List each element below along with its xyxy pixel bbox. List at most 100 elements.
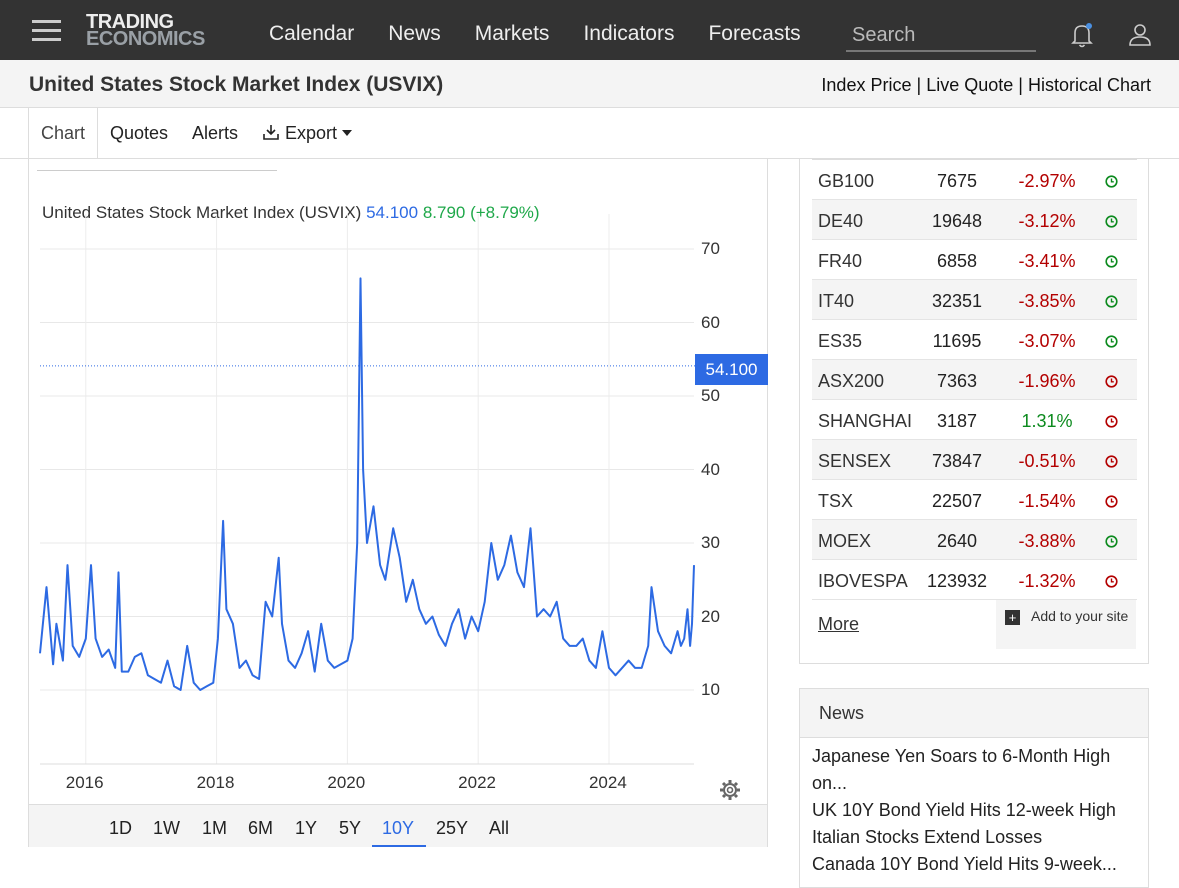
range-1w[interactable]: 1W: [153, 818, 180, 839]
plus-icon: +: [1005, 610, 1020, 625]
bell-icon[interactable]: [1070, 22, 1094, 48]
tab-chart[interactable]: Chart: [28, 108, 98, 159]
range-1d[interactable]: 1D: [109, 818, 132, 839]
clock-icon: [1105, 295, 1118, 308]
range-all[interactable]: All: [489, 818, 509, 839]
market-price: 2640: [936, 531, 978, 551]
add-to-site-button[interactable]: + Add to your site: [996, 600, 1136, 649]
market-price: 73847: [931, 451, 983, 471]
clock-icon: [1105, 215, 1118, 228]
range-10y[interactable]: 10Y: [382, 818, 414, 839]
market-row[interactable]: GB100 7675 -2.97%: [812, 160, 1137, 200]
crumb-sep: |: [916, 75, 922, 95]
market-price: 123932: [926, 571, 988, 591]
clock-icon: [1105, 455, 1118, 468]
tab-export[interactable]: Export: [262, 108, 353, 159]
chart-plot[interactable]: [29, 159, 769, 799]
market-name[interactable]: TSX: [818, 491, 853, 512]
markets-panel: GB100 7675 -2.97% DE40 19648 -3.12% FR40 6858 -3…: [799, 159, 1149, 664]
logo-line2: ECONOMICS: [86, 28, 205, 50]
caret-down-icon: [342, 130, 353, 136]
user-icon[interactable]: [1128, 22, 1152, 48]
market-name[interactable]: ES35: [818, 331, 862, 352]
market-name[interactable]: SHANGHAI: [818, 411, 912, 432]
market-change: -3.85%: [1018, 291, 1076, 311]
market-change: -2.97%: [1018, 171, 1076, 191]
active-range-indicator: [372, 845, 426, 847]
tab-bar: Chart Quotes Alerts Export: [0, 108, 1179, 159]
search-box: [846, 20, 1036, 52]
crumb-index-price[interactable]: Index Price: [821, 75, 911, 95]
news-item[interactable]: Japanese Yen Soars to 6-Month High on...: [812, 743, 1132, 797]
market-row[interactable]: IBOVESPA 123932 -1.32%: [812, 560, 1137, 600]
tab-alerts[interactable]: Alerts: [192, 108, 238, 159]
news-item[interactable]: UK 10Y Bond Yield Hits 12-week High: [812, 797, 1132, 824]
y-tick-label: 40: [701, 459, 720, 479]
market-row[interactable]: SENSEX 73847 -0.51%: [812, 440, 1137, 480]
market-price: 6858: [936, 251, 978, 271]
nav-indicators[interactable]: Indicators: [583, 22, 674, 46]
range-25y[interactable]: 25Y: [436, 818, 468, 839]
market-row[interactable]: FR40 6858 -3.41%: [812, 240, 1137, 280]
add-to-site-label: Add to your site: [1031, 608, 1129, 624]
nav-calendar[interactable]: Calendar: [269, 22, 354, 46]
market-row[interactable]: ASX200 7363 -1.96%: [812, 360, 1137, 400]
tab-quotes[interactable]: Quotes: [110, 108, 168, 159]
news-item[interactable]: Canada 10Y Bond Yield Hits 9-week...: [812, 851, 1132, 878]
market-change: 1.31%: [1021, 411, 1073, 431]
market-name[interactable]: MOEX: [818, 531, 871, 552]
nav-news[interactable]: News: [388, 22, 441, 46]
market-row[interactable]: MOEX 2640 -3.88%: [812, 520, 1137, 560]
market-change: -3.88%: [1018, 531, 1076, 551]
market-row[interactable]: IT40 32351 -3.85%: [812, 280, 1137, 320]
clock-icon: [1105, 375, 1118, 388]
market-name[interactable]: IT40: [818, 291, 854, 312]
series-line-usvix: [39, 277, 695, 691]
clock-icon: [1105, 255, 1118, 268]
nav-forecasts[interactable]: Forecasts: [708, 22, 800, 46]
clock-icon: [1105, 335, 1118, 348]
news-title: News: [800, 689, 1148, 738]
market-name[interactable]: DE40: [818, 211, 863, 232]
market-row[interactable]: TSX 22507 -1.54%: [812, 480, 1137, 520]
market-price: 7675: [936, 171, 978, 191]
range-selector: 1D 1W 1M 6M 1Y 5Y 10Y 25Y All: [29, 804, 767, 847]
logo[interactable]: TRADING ECONOMICS: [86, 12, 228, 52]
market-name[interactable]: ASX200: [818, 371, 884, 392]
page-title: United States Stock Market Index (USVIX): [29, 73, 444, 96]
market-price: 11695: [932, 331, 982, 351]
y-tick-label: 10: [701, 680, 720, 699]
market-name[interactable]: GB100: [818, 171, 874, 192]
crumb-live-quote[interactable]: Live Quote: [926, 75, 1013, 95]
market-name[interactable]: FR40: [818, 251, 862, 272]
market-price: 22507: [931, 491, 983, 511]
range-1y[interactable]: 1Y: [295, 818, 317, 839]
market-change: -3.41%: [1018, 251, 1076, 271]
chart-panel: United States Stock Market Index (USVIX)…: [28, 159, 768, 847]
market-row[interactable]: DE40 19648 -3.12%: [812, 200, 1137, 240]
range-6m[interactable]: 6M: [248, 818, 273, 839]
y-tick-label: 70: [701, 239, 720, 258]
market-price: 19648: [931, 211, 983, 231]
market-row[interactable]: ES35 11695 -3.07%: [812, 320, 1137, 360]
gear-icon[interactable]: [719, 779, 741, 801]
more-link[interactable]: More: [818, 614, 859, 635]
last-value-tag: 54.100: [695, 354, 768, 385]
clock-icon: [1105, 415, 1118, 428]
nav-markets[interactable]: Markets: [475, 22, 550, 46]
crumb-historical-chart[interactable]: Historical Chart: [1028, 75, 1151, 95]
news-item[interactable]: Italian Stocks Extend Losses: [812, 824, 1132, 851]
market-change: -1.96%: [1018, 371, 1076, 391]
market-price: 3187: [936, 411, 978, 431]
range-1m[interactable]: 1M: [202, 818, 227, 839]
clock-icon: [1105, 175, 1118, 188]
market-name[interactable]: SENSEX: [818, 451, 891, 472]
download-icon: [263, 125, 279, 140]
range-5y[interactable]: 5Y: [339, 818, 361, 839]
menu-icon[interactable]: [32, 20, 61, 42]
search-input[interactable]: [846, 20, 1036, 50]
clock-icon: [1105, 575, 1118, 588]
market-price: 32351: [931, 291, 983, 311]
market-name[interactable]: IBOVESPA: [818, 571, 908, 592]
market-row[interactable]: SHANGHAI 3187 1.31%: [812, 400, 1137, 440]
